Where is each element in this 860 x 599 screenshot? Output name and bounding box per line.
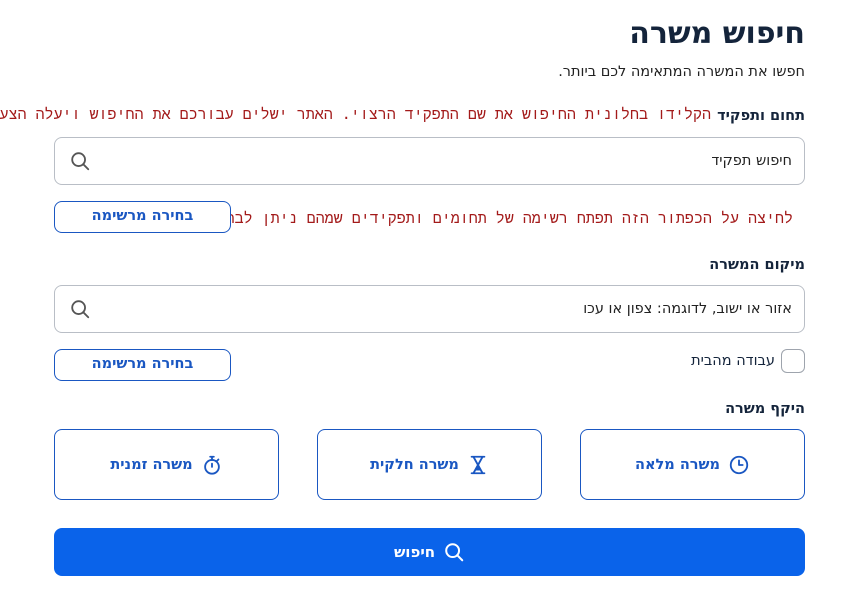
- location-field-label: מיקום המשרה: [710, 257, 806, 273]
- choose-from-list-button-location[interactable]: בחירה מרשימה: [55, 349, 232, 381]
- role-field-hint: הקלידו בחלונית החיפוש את שם התפקיד הרצוי…: [0, 105, 712, 123]
- page-title: חיפוש משרה: [630, 16, 806, 51]
- stopwatch-icon: [204, 455, 221, 475]
- clock-icon: [730, 455, 750, 474]
- location-search-input[interactable]: אזור או ישוב, לדוגמה: צפון או עכו: [55, 285, 806, 333]
- role-search-value: חיפוש תפקיד: [712, 153, 793, 169]
- scope-option-label: משרה מלאה: [636, 456, 722, 473]
- scope-option-part-time[interactable]: משרה חלקית: [318, 429, 543, 500]
- remote-work-checkbox[interactable]: [782, 349, 806, 373]
- scope-option-label: משרה חלקית: [371, 456, 460, 473]
- role-field-label: תחום ותפקיד: [718, 108, 806, 124]
- search-icon[interactable]: [70, 150, 92, 172]
- scope-label: היקף משרה: [726, 401, 806, 417]
- choose-from-list-button-role[interactable]: בחירה מרשימה: [55, 201, 232, 233]
- hourglass-icon: [471, 455, 487, 474]
- location-search-value: אזור או ישוב, לדוגמה: צפון או עכו: [584, 301, 793, 317]
- search-button[interactable]: חיפוש: [55, 528, 806, 576]
- search-button-label: חיפוש: [394, 543, 437, 561]
- page-subtitle: חפשו את המשרה המתאימה לכם ביותר.: [559, 64, 806, 80]
- scope-option-temporary[interactable]: משרה זמנית: [55, 429, 280, 500]
- search-icon: [446, 543, 465, 562]
- role-search-input[interactable]: חיפוש תפקיד: [55, 137, 806, 185]
- remote-work-label[interactable]: עבודה מהבית: [692, 349, 776, 373]
- scope-option-label: משרה זמנית: [111, 456, 194, 473]
- scope-option-full-time[interactable]: משרה מלאה: [581, 429, 806, 500]
- list-button-hint: לחיצה על הכפתור הזה תפתח רשימה של תחומים…: [208, 209, 794, 227]
- search-icon[interactable]: [70, 298, 92, 320]
